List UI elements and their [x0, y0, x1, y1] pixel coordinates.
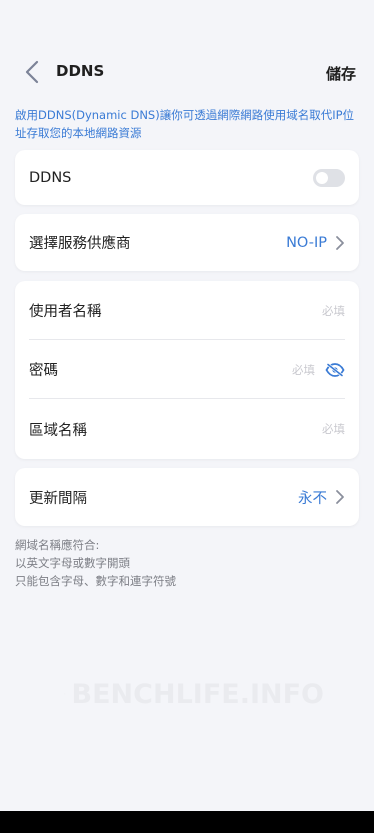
domain-label: 區域名稱	[29, 422, 87, 439]
save-button[interactable]: 儲存	[326, 63, 356, 84]
back-button[interactable]	[20, 58, 44, 86]
password-input[interactable]: 必填	[292, 362, 315, 378]
provider-value: NO-IP	[286, 234, 327, 251]
ddns-toggle-row: DDNS	[15, 150, 359, 205]
username-row[interactable]: 使用者名稱 必填	[15, 281, 359, 340]
interval-card: 更新間隔 永不	[15, 468, 359, 526]
hint-line: 只能包含字母、數字和連字符號	[15, 574, 176, 588]
chevron-right-icon	[335, 235, 345, 251]
toggle-knob	[316, 171, 328, 184]
system-navigation-bar	[0, 811, 374, 833]
watermark: BENCHLIFE.INFO	[64, 676, 324, 712]
eye-hidden-icon[interactable]	[325, 362, 345, 377]
credentials-card: 使用者名稱 必填 密碼 必填 區域名稱 必填	[15, 281, 359, 459]
ddns-toggle-card: DDNS	[15, 150, 359, 205]
username-label: 使用者名稱	[29, 304, 102, 320]
password-row[interactable]: 密碼 必填	[15, 340, 359, 399]
chevron-left-icon	[25, 60, 39, 84]
domain-row[interactable]: 區域名稱 必填	[15, 399, 359, 459]
watermark-text: BENCHLIFE.INFO	[71, 678, 324, 710]
domain-hint: 網域名稱應符合: 以英文字母或數字開頭 只能包含字母、數字和連字符號	[15, 536, 355, 590]
chevron-right-icon	[335, 489, 345, 505]
provider-label: 選擇服務供應商	[29, 236, 131, 252]
provider-card: 選擇服務供應商 NO-IP	[15, 214, 359, 271]
password-label: 密碼	[29, 363, 58, 379]
interval-label: 更新間隔	[29, 490, 87, 507]
hint-line: 以英文字母或數字開頭	[15, 556, 130, 570]
provider-row[interactable]: 選擇服務供應商 NO-IP	[15, 214, 359, 271]
interval-row[interactable]: 更新間隔 永不	[15, 468, 359, 526]
username-input[interactable]: 必填	[322, 303, 345, 319]
hint-line: 網域名稱應符合:	[15, 538, 100, 552]
page-title: DDNS	[56, 62, 105, 80]
watermark-logo-icon	[64, 693, 66, 695]
ddns-description: 啟用DDNS(Dynamic DNS)讓你可透過網際網路使用域名取代IP位址存取…	[15, 108, 355, 140]
domain-input[interactable]: 必填	[322, 421, 345, 437]
top-bar: DDNS 儲存	[0, 50, 374, 94]
interval-value: 永不	[298, 490, 327, 507]
ddns-label: DDNS	[29, 169, 72, 186]
ddns-toggle-switch[interactable]	[313, 168, 345, 187]
